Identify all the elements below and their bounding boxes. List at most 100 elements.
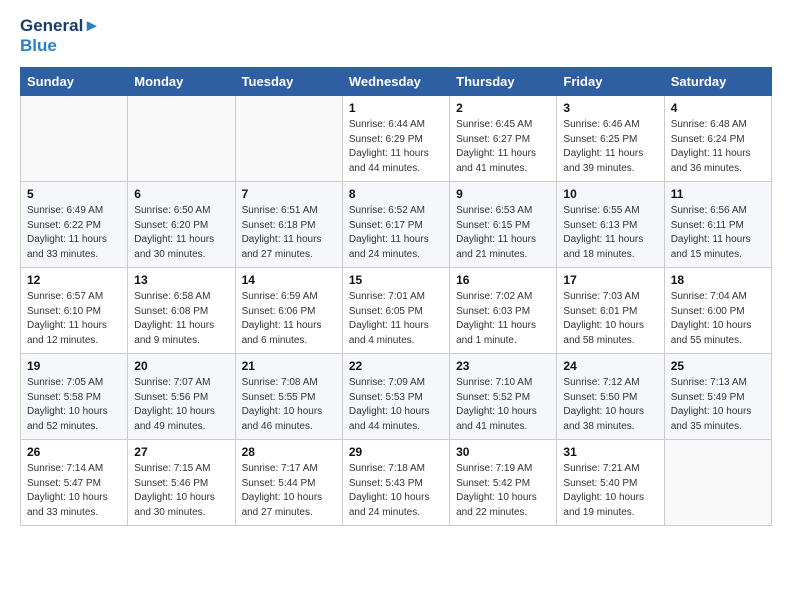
calendar-cell — [664, 440, 771, 526]
weekday-tuesday: Tuesday — [235, 68, 342, 96]
day-number: 7 — [242, 187, 336, 201]
day-number: 14 — [242, 273, 336, 287]
weekday-sunday: Sunday — [21, 68, 128, 96]
calendar-cell: 14 Sunrise: 6:59 AM Sunset: 6:06 PM Dayli… — [235, 268, 342, 354]
week-row-5: 26 Sunrise: 7:14 AM Sunset: 5:47 PM Dayli… — [21, 440, 772, 526]
day-info: Sunrise: 7:18 AM Sunset: 5:43 PM Dayligh… — [349, 462, 443, 520]
day-info: Sunrise: 7:10 AM Sunset: 5:52 PM Dayligh… — [456, 376, 550, 434]
day-number: 13 — [134, 273, 228, 287]
day-number: 17 — [563, 273, 657, 287]
calendar-cell: 16 Sunrise: 7:02 AM Sunset: 6:03 PM Dayli… — [450, 268, 557, 354]
logo: General► Blue — [20, 16, 100, 55]
day-number: 3 — [563, 101, 657, 115]
day-info: Sunrise: 7:15 AM Sunset: 5:46 PM Dayligh… — [134, 462, 228, 520]
day-number: 26 — [27, 445, 121, 459]
day-info: Sunrise: 7:14 AM Sunset: 5:47 PM Dayligh… — [27, 462, 121, 520]
weekday-wednesday: Wednesday — [342, 68, 449, 96]
calendar-table: SundayMondayTuesdayWednesdayThursdayFrid… — [20, 67, 772, 526]
day-info: Sunrise: 6:57 AM Sunset: 6:10 PM Dayligh… — [27, 290, 121, 348]
calendar-cell: 7 Sunrise: 6:51 AM Sunset: 6:18 PM Daylig… — [235, 182, 342, 268]
calendar-cell — [128, 96, 235, 182]
day-number: 19 — [27, 359, 121, 373]
day-info: Sunrise: 7:02 AM Sunset: 6:03 PM Dayligh… — [456, 290, 550, 348]
calendar-cell: 25Sunrise: 7:13 AM Sunset: 5:49 PM Dayli… — [664, 354, 771, 440]
calendar-cell: 23 Sunrise: 7:10 AM Sunset: 5:52 PM Dayli… — [450, 354, 557, 440]
day-info: Sunrise: 6:50 AM Sunset: 6:20 PM Dayligh… — [134, 204, 228, 262]
weekday-friday: Friday — [557, 68, 664, 96]
day-info: Sunrise: 6:46 AM Sunset: 6:25 PM Dayligh… — [563, 118, 657, 176]
weekday-thursday: Thursday — [450, 68, 557, 96]
day-number: 23 — [456, 359, 550, 373]
day-info: Sunrise: 6:49 AM Sunset: 6:22 PM Dayligh… — [27, 204, 121, 262]
logo-line2: Blue — [20, 36, 100, 56]
day-info: Sunrise: 7:01 AM Sunset: 6:05 PM Dayligh… — [349, 290, 443, 348]
calendar-cell: 15 Sunrise: 7:01 AM Sunset: 6:05 PM Dayli… — [342, 268, 449, 354]
day-info: Sunrise: 7:03 AM Sunset: 6:01 PM Dayligh… — [563, 290, 657, 348]
day-info: Sunrise: 7:05 AM Sunset: 5:58 PM Dayligh… — [27, 376, 121, 434]
day-number: 9 — [456, 187, 550, 201]
day-number: 16 — [456, 273, 550, 287]
calendar-cell — [21, 96, 128, 182]
calendar-cell: 2Sunrise: 6:45 AM Sunset: 6:27 PM Daylig… — [450, 96, 557, 182]
calendar-cell: 3 Sunrise: 6:46 AM Sunset: 6:25 PM Daylig… — [557, 96, 664, 182]
page-container: General► Blue SundayMondayTuesdayWednesd… — [0, 0, 792, 536]
calendar-cell: 1 Sunrise: 6:44 AM Sunset: 6:29 PM Daylig… — [342, 96, 449, 182]
calendar-cell: 4Sunrise: 6:48 AM Sunset: 6:24 PM Daylig… — [664, 96, 771, 182]
calendar-cell: 17 Sunrise: 7:03 AM Sunset: 6:01 PM Dayli… — [557, 268, 664, 354]
calendar-cell: 31 Sunrise: 7:21 AM Sunset: 5:40 PM Dayli… — [557, 440, 664, 526]
day-info: Sunrise: 7:19 AM Sunset: 5:42 PM Dayligh… — [456, 462, 550, 520]
week-row-2: 5 Sunrise: 6:49 AM Sunset: 6:22 PM Daylig… — [21, 182, 772, 268]
day-number: 18 — [671, 273, 765, 287]
day-number: 12 — [27, 273, 121, 287]
day-info: Sunrise: 6:56 AM Sunset: 6:11 PM Dayligh… — [671, 204, 765, 262]
calendar-cell: 22 Sunrise: 7:09 AM Sunset: 5:53 PM Dayli… — [342, 354, 449, 440]
calendar-cell: 20Sunrise: 7:07 AM Sunset: 5:56 PM Dayli… — [128, 354, 235, 440]
calendar-cell: 8Sunrise: 6:52 AM Sunset: 6:17 PM Daylig… — [342, 182, 449, 268]
day-number: 22 — [349, 359, 443, 373]
day-info: Sunrise: 7:21 AM Sunset: 5:40 PM Dayligh… — [563, 462, 657, 520]
day-info: Sunrise: 7:13 AM Sunset: 5:49 PM Dayligh… — [671, 376, 765, 434]
day-info: Sunrise: 7:17 AM Sunset: 5:44 PM Dayligh… — [242, 462, 336, 520]
day-info: Sunrise: 6:58 AM Sunset: 6:08 PM Dayligh… — [134, 290, 228, 348]
day-number: 29 — [349, 445, 443, 459]
week-row-1: 1 Sunrise: 6:44 AM Sunset: 6:29 PM Daylig… — [21, 96, 772, 182]
calendar-cell: 5 Sunrise: 6:49 AM Sunset: 6:22 PM Daylig… — [21, 182, 128, 268]
weekday-header-row: SundayMondayTuesdayWednesdayThursdayFrid… — [21, 68, 772, 96]
day-number: 27 — [134, 445, 228, 459]
week-row-4: 19 Sunrise: 7:05 AM Sunset: 5:58 PM Dayli… — [21, 354, 772, 440]
day-number: 15 — [349, 273, 443, 287]
day-number: 5 — [27, 187, 121, 201]
day-number: 30 — [456, 445, 550, 459]
day-number: 10 — [563, 187, 657, 201]
day-info: Sunrise: 6:44 AM Sunset: 6:29 PM Dayligh… — [349, 118, 443, 176]
calendar-cell: 13 Sunrise: 6:58 AM Sunset: 6:08 PM Dayli… — [128, 268, 235, 354]
weekday-saturday: Saturday — [664, 68, 771, 96]
calendar-cell — [235, 96, 342, 182]
day-info: Sunrise: 6:48 AM Sunset: 6:24 PM Dayligh… — [671, 118, 765, 176]
day-info: Sunrise: 7:07 AM Sunset: 5:56 PM Dayligh… — [134, 376, 228, 434]
calendar-cell: 11Sunrise: 6:56 AM Sunset: 6:11 PM Dayli… — [664, 182, 771, 268]
calendar-cell: 27 Sunrise: 7:15 AM Sunset: 5:46 PM Dayli… — [128, 440, 235, 526]
day-info: Sunrise: 6:59 AM Sunset: 6:06 PM Dayligh… — [242, 290, 336, 348]
calendar-cell: 26 Sunrise: 7:14 AM Sunset: 5:47 PM Dayli… — [21, 440, 128, 526]
week-row-3: 12 Sunrise: 6:57 AM Sunset: 6:10 PM Dayli… — [21, 268, 772, 354]
day-info: Sunrise: 6:52 AM Sunset: 6:17 PM Dayligh… — [349, 204, 443, 262]
calendar-cell: 24 Sunrise: 7:12 AM Sunset: 5:50 PM Dayli… — [557, 354, 664, 440]
day-info: Sunrise: 6:51 AM Sunset: 6:18 PM Dayligh… — [242, 204, 336, 262]
calendar-cell: 29 Sunrise: 7:18 AM Sunset: 5:43 PM Dayli… — [342, 440, 449, 526]
day-number: 31 — [563, 445, 657, 459]
day-info: Sunrise: 6:53 AM Sunset: 6:15 PM Dayligh… — [456, 204, 550, 262]
day-number: 1 — [349, 101, 443, 115]
day-number: 6 — [134, 187, 228, 201]
calendar-cell: 19 Sunrise: 7:05 AM Sunset: 5:58 PM Dayli… — [21, 354, 128, 440]
calendar-cell: 12 Sunrise: 6:57 AM Sunset: 6:10 PM Dayli… — [21, 268, 128, 354]
day-info: Sunrise: 7:04 AM Sunset: 6:00 PM Dayligh… — [671, 290, 765, 348]
calendar-cell: 9 Sunrise: 6:53 AM Sunset: 6:15 PM Daylig… — [450, 182, 557, 268]
day-info: Sunrise: 7:09 AM Sunset: 5:53 PM Dayligh… — [349, 376, 443, 434]
calendar-cell: 28Sunrise: 7:17 AM Sunset: 5:44 PM Dayli… — [235, 440, 342, 526]
weekday-monday: Monday — [128, 68, 235, 96]
day-number: 24 — [563, 359, 657, 373]
calendar-cell: 10Sunrise: 6:55 AM Sunset: 6:13 PM Dayli… — [557, 182, 664, 268]
day-info: Sunrise: 7:12 AM Sunset: 5:50 PM Dayligh… — [563, 376, 657, 434]
calendar-cell: 21Sunrise: 7:08 AM Sunset: 5:55 PM Dayli… — [235, 354, 342, 440]
